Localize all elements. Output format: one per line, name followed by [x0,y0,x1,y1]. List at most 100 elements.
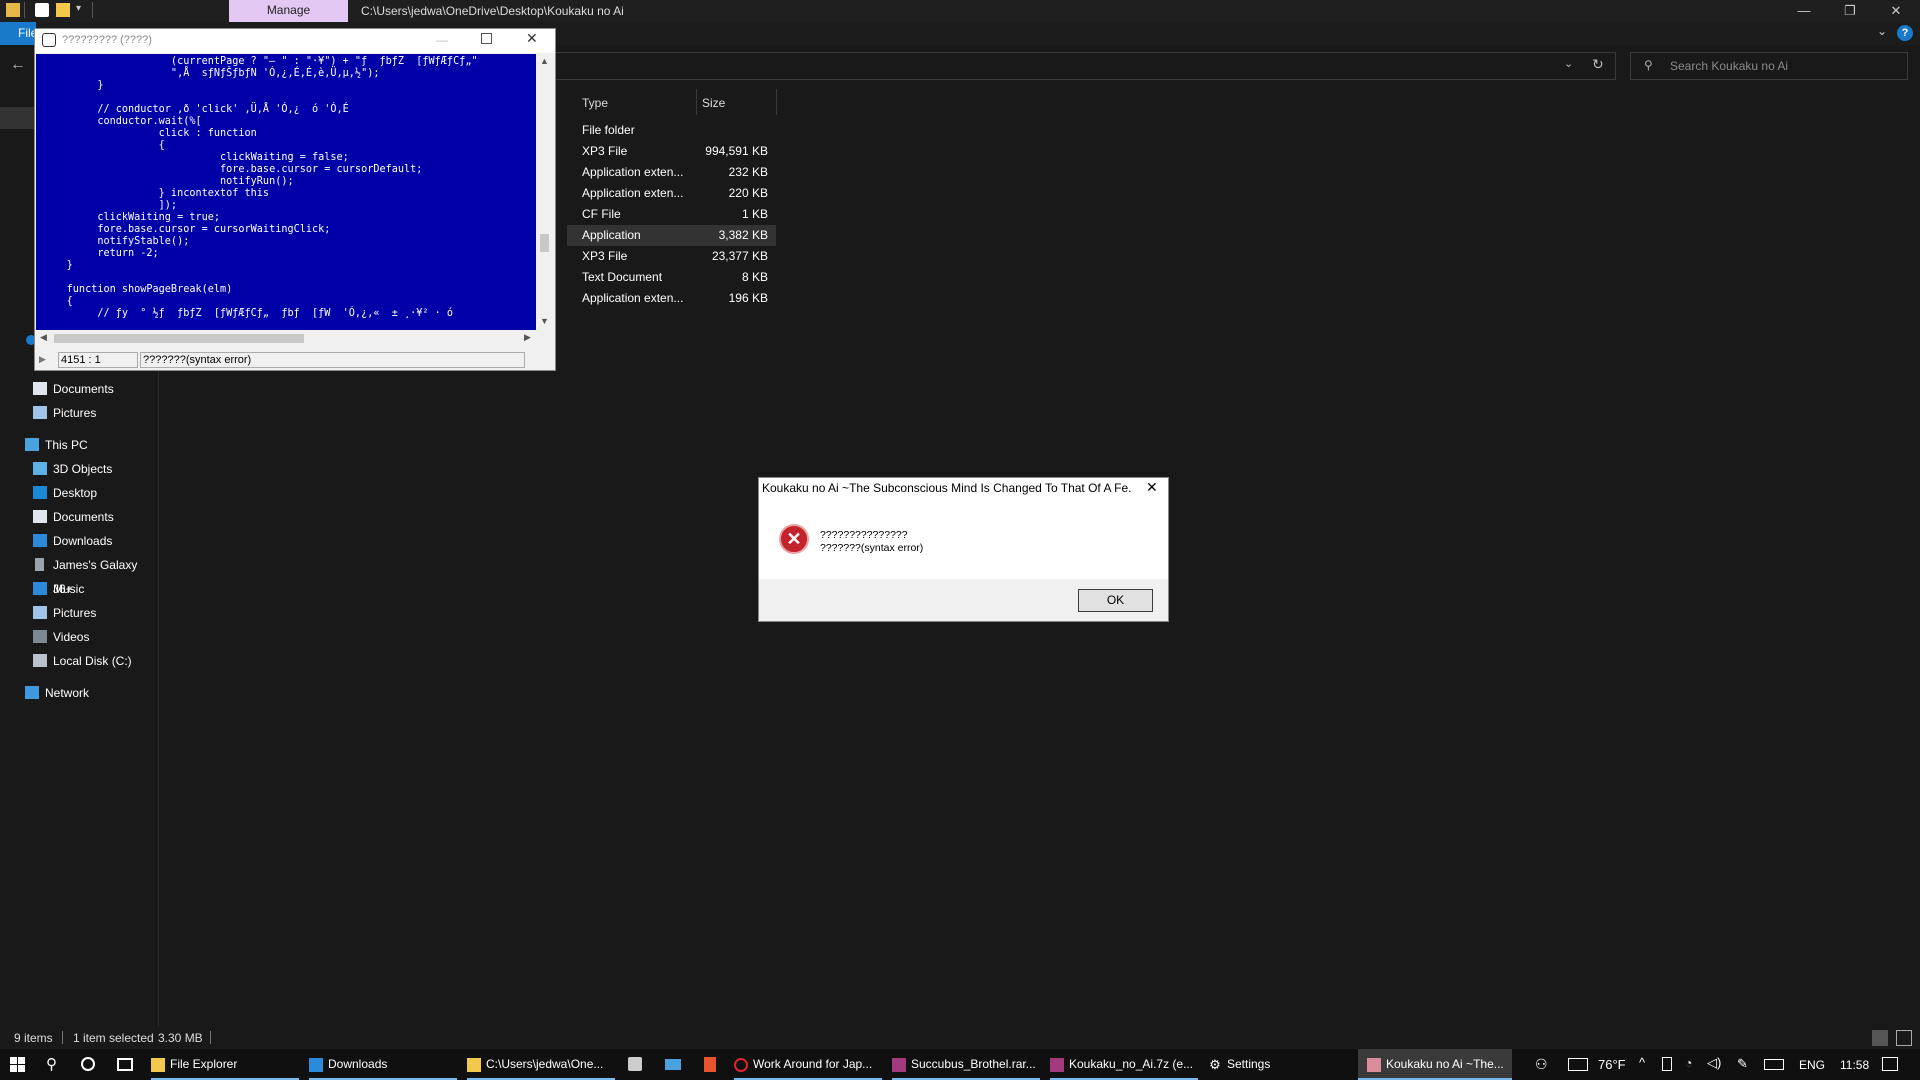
pictures-icon [33,606,47,619]
nav-item-3d-objects[interactable]: 3D Objects [0,457,158,481]
status-bar [0,1027,1920,1049]
column-separator[interactable] [696,89,697,115]
mail-icon[interactable] [665,1059,681,1070]
code-editor[interactable]: (currentPage ? "– " : "·¥") + "ƒ ƒbƒZ [ƒ… [36,54,536,330]
vertical-scrollbar[interactable]: ▲ ▼ [536,54,553,330]
3d-objects-icon [33,462,47,475]
manage-tab[interactable]: Manage [229,0,348,22]
folder-icon [6,3,20,17]
editor-maximize-button[interactable] [481,33,492,44]
taskbar-settings[interactable]: ⚙ Settings [1208,1049,1356,1080]
nav-item-pictures[interactable]: Pictures [0,401,158,425]
taskbar-downloads[interactable]: Downloads [309,1049,457,1080]
scroll-left-icon[interactable]: ◀ [40,332,47,343]
language-indicator[interactable]: ENG [1799,1058,1825,1072]
scroll-right-icon[interactable]: ▶ [524,332,531,343]
taskbar-explorer-path[interactable]: C:\Users\jedwa\One... [467,1049,615,1080]
people-icon[interactable]: ⚇ [1535,1056,1548,1073]
folder-icon [151,1057,165,1072]
file-row[interactable]: Application exten... 232 KB [567,162,776,183]
temperature[interactable]: 76°F [1598,1057,1626,1072]
winrar-icon [892,1057,906,1072]
help-icon[interactable]: ? [1897,25,1913,41]
pen-icon[interactable]: ✎ [1737,1056,1748,1072]
back-arrow-icon[interactable]: ← [10,56,26,74]
nav-item-documents-pc[interactable]: Documents [0,505,158,529]
new-folder-icon[interactable] [56,3,70,17]
device-icon[interactable] [1662,1057,1672,1071]
nav-item-music[interactable]: Music [0,577,158,601]
wifi-icon[interactable]: ◔ [1685,1056,1692,1070]
keyboard-icon[interactable] [1764,1059,1784,1070]
address-bar[interactable] [555,52,1616,80]
action-center-icon[interactable] [1882,1057,1898,1071]
code-text[interactable]: (currentPage ? "– " : "·¥") + "ƒ ƒbƒZ [ƒ… [36,54,536,320]
refresh-icon[interactable]: ↻ [1592,56,1604,73]
address-dropdown-icon[interactable]: ⌄ [1564,57,1573,70]
nav-item-local-disk[interactable]: Local Disk (C:) [0,649,158,673]
search-taskbar-icon[interactable]: ⚲ [46,1055,57,1073]
customize-quick-access-icon[interactable]: ▾ [76,3,81,14]
ok-button[interactable]: OK [1078,589,1153,612]
cortana-icon[interactable] [81,1057,95,1071]
volume-icon[interactable]: ◁) [1707,1055,1721,1071]
file-row[interactable]: XP3 File 994,591 KB [567,141,776,162]
file-row[interactable]: Application exten... 196 KB [567,288,776,309]
divider [24,2,25,18]
taskbar-opera[interactable]: Work Around for Jap... [734,1049,882,1080]
editor-close-button[interactable]: ✕ [526,30,538,47]
editor-status-bar: ▶ 4151 : 1 ???????(syntax error) [36,352,554,369]
store-icon[interactable] [628,1057,642,1071]
column-header-type[interactable]: Type [582,94,608,112]
show-hidden-icons-icon[interactable]: ^ [1639,1055,1645,1070]
taskbar-file-explorer[interactable]: File Explorer [151,1049,299,1080]
nav-item-documents[interactable]: Documents [0,377,158,401]
taskbar-game-active[interactable]: Koukaku no Ai ~The... [1358,1049,1512,1080]
task-view-icon[interactable] [117,1058,133,1071]
nav-item-phone[interactable]: James's Galaxy J6+ [0,553,158,596]
scroll-thumb[interactable] [54,334,304,343]
clock[interactable]: 11:58 [1840,1058,1869,1072]
minimize-button[interactable]: — [1781,0,1827,22]
file-row[interactable]: File folder [567,120,776,141]
file-row-selected[interactable]: Application 3,382 KB [567,225,776,246]
taskbar-winrar-2[interactable]: Koukaku_no_Ai.7z (e... [1050,1049,1198,1080]
nav-item-this-pc[interactable]: This PC [0,433,158,457]
nav-item-downloads[interactable]: Downloads [0,529,158,553]
scroll-thumb[interactable] [540,234,549,252]
nav-item-videos[interactable]: Videos [0,625,158,649]
file-row[interactable]: Text Document 8 KB [567,267,776,288]
expand-ribbon-icon[interactable]: ⌄ [1877,24,1887,38]
properties-icon[interactable] [35,3,49,17]
documents-icon [33,510,47,523]
large-icons-view-icon[interactable] [1896,1030,1912,1046]
opera-icon [734,1057,748,1072]
start-button[interactable] [10,1057,26,1073]
pictures-icon [33,406,47,419]
file-row[interactable]: XP3 File 23,377 KB [567,246,776,267]
file-row[interactable]: Application exten... 220 KB [567,183,776,204]
details-view-icon[interactable] [1872,1030,1888,1046]
close-button[interactable]: ✕ [1873,0,1919,22]
play-icon[interactable]: ▶ [39,354,46,365]
restore-button[interactable]: ❐ [1827,0,1873,22]
column-header-size[interactable]: Size [702,94,725,112]
weather-icon[interactable] [1568,1058,1588,1071]
file-tab[interactable]: File [0,22,37,45]
item-count: 9 items [14,1031,53,1045]
nav-item-pictures-pc[interactable]: Pictures [0,601,158,625]
scroll-up-icon[interactable]: ▲ [540,56,549,66]
office-icon[interactable] [704,1057,716,1072]
search-icon: ⚲ [1644,58,1653,72]
file-row[interactable]: CF File 1 KB [567,204,776,225]
editor-minimize-button[interactable]: — [436,33,448,47]
nav-item-network[interactable]: Network [0,681,158,705]
dialog-close-button[interactable]: ✕ [1146,479,1158,496]
selection-size: 3.30 MB [158,1031,203,1045]
nav-item-desktop[interactable]: Desktop [0,481,158,505]
horizontal-scrollbar[interactable]: ◀ ▶ [36,330,536,347]
scroll-down-icon[interactable]: ▼ [540,316,549,326]
column-separator[interactable] [776,89,777,115]
taskbar-winrar-1[interactable]: Succubus_Brothel.rar... [892,1049,1040,1080]
quick-access-item[interactable] [0,107,36,129]
